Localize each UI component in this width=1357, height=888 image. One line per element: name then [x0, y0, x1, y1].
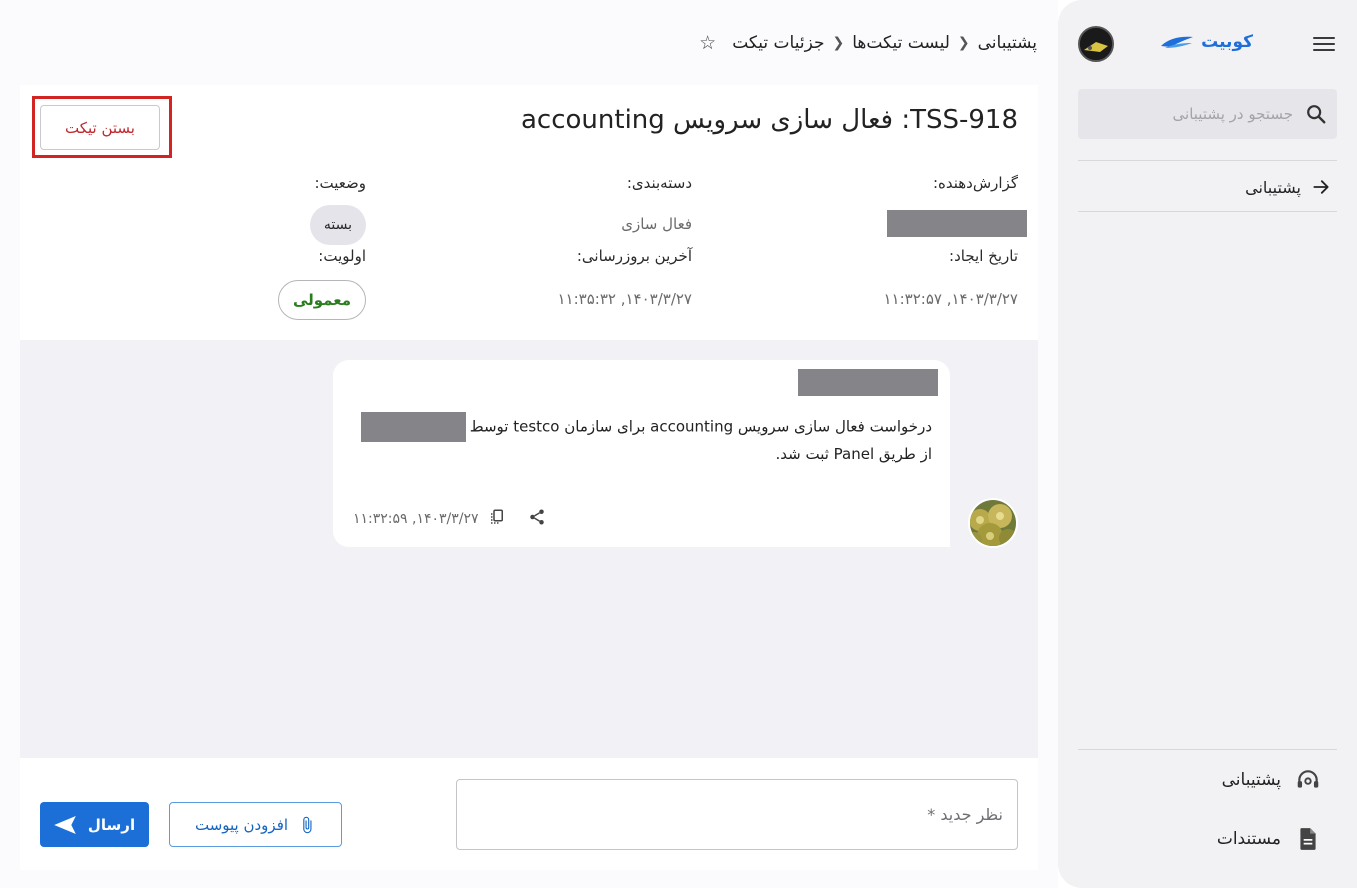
- priority-label: اولویت:: [318, 247, 366, 265]
- divider: [1078, 749, 1337, 750]
- created-date-value: ۱۴۰۳/۳/۲۷, ۱۱:۳۲:۵۷: [883, 290, 1018, 308]
- cactus-avatar-image: [970, 500, 1016, 546]
- document-icon: [1300, 828, 1316, 850]
- message-user-redacted: [360, 412, 466, 442]
- sidebar-header: کوبیت: [1078, 26, 1337, 64]
- user-avatar[interactable]: [1078, 26, 1114, 62]
- comment-composer: افزودن پیوست ارسال: [20, 758, 1038, 870]
- brand-name: کوبیت: [1201, 32, 1253, 52]
- message-bubble: درخواست فعال سازی سرویس accounting برای …: [333, 360, 950, 547]
- headset-icon: [1297, 770, 1319, 788]
- priority-badge: معمولی: [277, 280, 366, 320]
- message-timestamp: ۱۴۰۳/۳/۲۷, ۱۱:۳۲:۵۹: [353, 511, 479, 527]
- chevron-left-icon: ❮: [832, 35, 845, 51]
- created-date-label: تاریخ ایجاد:: [949, 247, 1018, 265]
- category-value: فعال سازی: [621, 215, 692, 233]
- add-attachment-button[interactable]: افزودن پیوست: [169, 802, 342, 847]
- breadcrumb-item-ticket-details: جزئیات تیکت: [732, 33, 825, 53]
- last-updated-value: ۱۴۰۳/۳/۲۷, ۱۱:۳۵:۳۲: [557, 290, 692, 308]
- avatar: [968, 498, 1018, 548]
- breadcrumb-item-support[interactable]: پشتیبانی: [978, 33, 1037, 53]
- sidebar-item-docs[interactable]: مستندات: [1078, 821, 1337, 857]
- sidebar-back-label: پشتیبانی: [1245, 177, 1301, 197]
- search-input[interactable]: [1088, 105, 1305, 123]
- chevron-left-icon: ❮: [957, 35, 970, 51]
- add-attachment-label: افزودن پیوست: [194, 815, 289, 834]
- message-text-part2: از طریق Panel ثبت شد.: [775, 445, 932, 463]
- reporter-label: گزارش‌دهنده:: [932, 174, 1018, 192]
- arrow-right-icon: [1313, 180, 1329, 194]
- hamburger-menu-icon[interactable]: [1307, 30, 1335, 58]
- send-label: ارسال: [87, 815, 136, 834]
- messages-panel: درخواست فعال سازی سرویس accounting برای …: [20, 340, 1038, 758]
- divider: [1078, 211, 1337, 212]
- status-label: وضعیت:: [314, 174, 366, 192]
- paperclip-icon: [303, 816, 312, 833]
- breadcrumb: پشتیبانی ❮ لیست تیکت‌ها ❮ جزئیات تیکت ☆: [699, 30, 1037, 56]
- breadcrumb-item-ticket-list[interactable]: لیست تیکت‌ها: [852, 33, 950, 53]
- ticket-title: TSS-918: فعال سازی سرویس accounting: [521, 105, 1018, 135]
- last-updated-label: آخرین بروزرسانی:: [576, 247, 692, 265]
- close-ticket-button[interactable]: بستن تیکت: [40, 105, 160, 150]
- sidebar-item-support-label: پشتیبانی: [1221, 770, 1281, 790]
- sidebar: کوبیت پشتیبانی پشتیبانی مستندات: [1058, 0, 1357, 888]
- star-icon[interactable]: ☆: [699, 32, 716, 54]
- reporter-redacted: [887, 210, 1027, 237]
- status-badge: بسته: [309, 205, 366, 245]
- search-icon: [1307, 105, 1326, 124]
- divider: [1078, 160, 1337, 161]
- message-text: درخواست فعال سازی سرویس accounting برای …: [349, 412, 932, 467]
- message-author-redacted: [798, 369, 938, 396]
- category-label: دسته‌بندی:: [626, 174, 692, 192]
- brand-logo[interactable]: کوبیت: [1159, 32, 1253, 52]
- comment-input[interactable]: [456, 779, 1018, 850]
- sidebar-item-support[interactable]: پشتیبانی: [1078, 762, 1337, 798]
- ticket-card: TSS-918: فعال سازی سرویس accounting بستن…: [20, 85, 1038, 870]
- kubit-logo-icon: [1161, 36, 1194, 48]
- send-icon: [54, 815, 76, 834]
- send-button[interactable]: ارسال: [40, 802, 149, 847]
- share-icon[interactable]: [528, 508, 546, 530]
- copy-icon[interactable]: [488, 508, 506, 530]
- sidebar-search: [1078, 89, 1337, 139]
- sidebar-item-docs-label: مستندات: [1216, 829, 1281, 849]
- sidebar-back-support[interactable]: پشتیبانی: [1078, 172, 1337, 202]
- message-text-part1: درخواست فعال سازی سرویس accounting برای …: [469, 417, 932, 436]
